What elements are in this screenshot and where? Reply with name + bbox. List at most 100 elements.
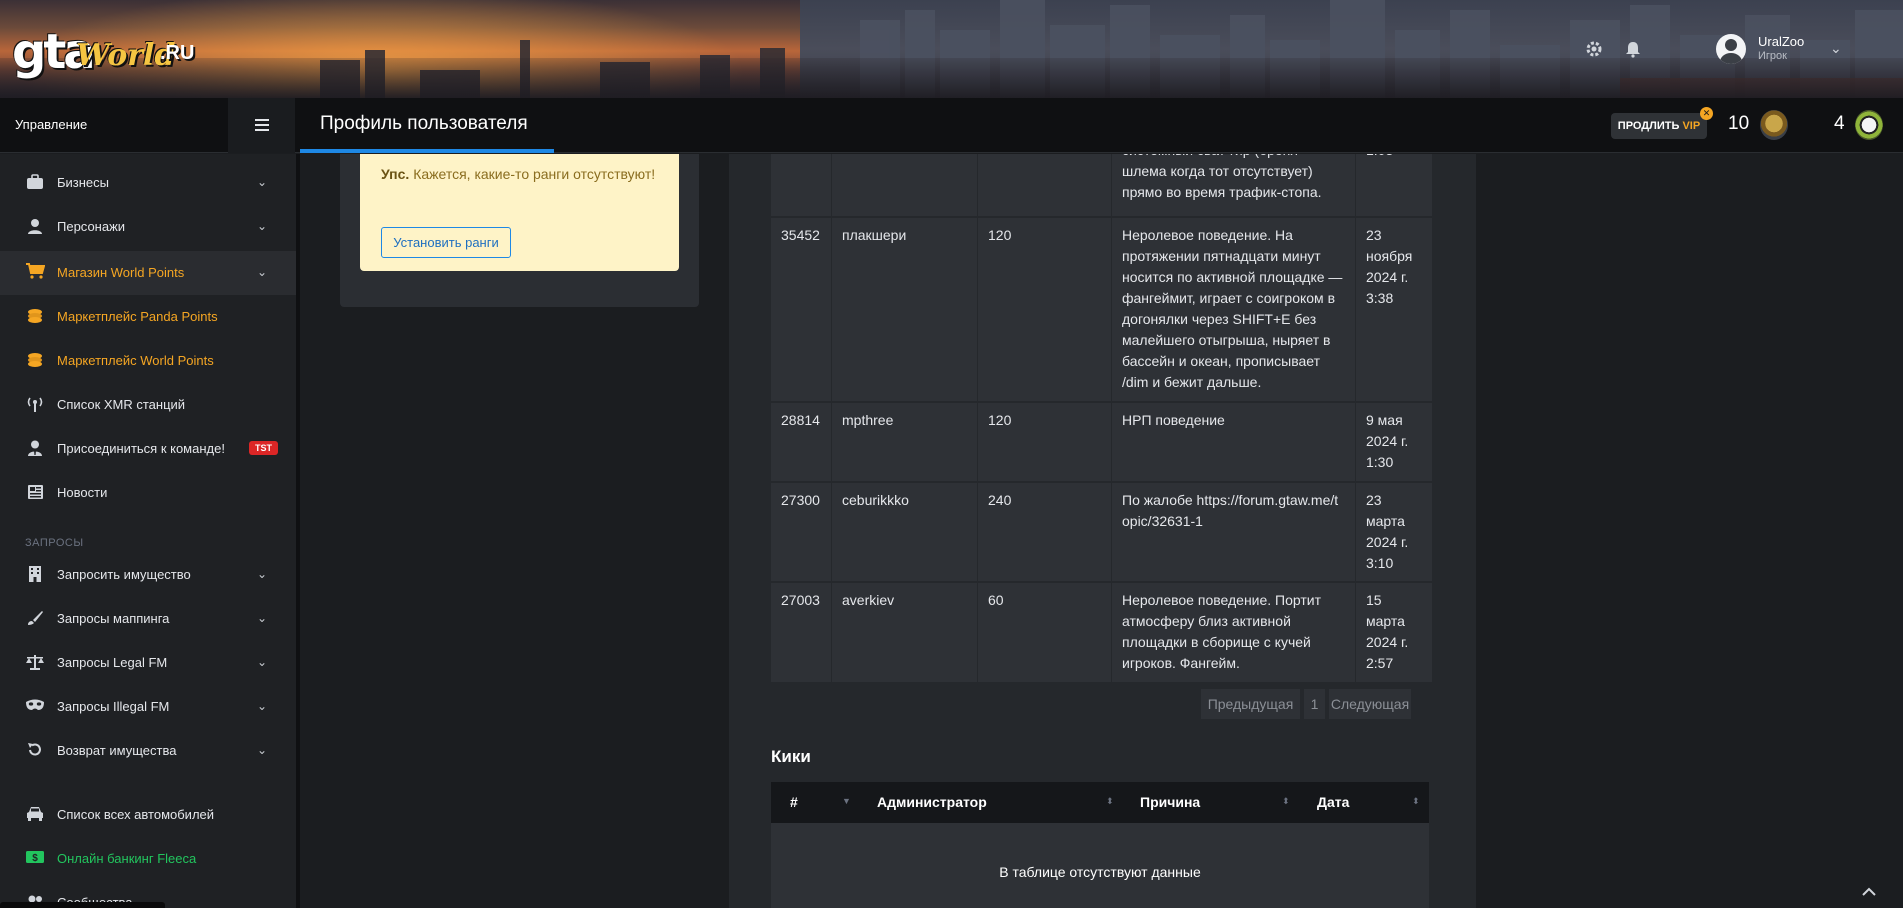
extend-vip-button[interactable]: ПРОДЛИТЬ VIP: [1611, 113, 1707, 139]
sidebar-item-label: Онлайн банкинг Fleeca: [57, 851, 197, 866]
sort-icon[interactable]: ⬍: [1282, 796, 1290, 807]
coins-icon: [25, 352, 45, 370]
hamburger-menu-button[interactable]: [228, 98, 295, 153]
car-icon: [25, 806, 45, 824]
user-role: Игрок: [1758, 50, 1787, 62]
kicks-table-header: # ▼ Администратор ⬍ Причина ⬍ Дата ⬍: [771, 782, 1429, 823]
sidebar-item-businesses[interactable]: Бизнесы ⌄: [0, 163, 296, 203]
sidebar-item-label: Маркетплейс World Points: [57, 353, 214, 368]
chevron-down-icon: ⌄: [257, 655, 268, 669]
sort-icon[interactable]: ⬍: [1412, 796, 1420, 807]
undo-icon: [25, 742, 45, 760]
kicks-col-admin[interactable]: Администратор: [877, 794, 987, 810]
kicks-col-reason[interactable]: Причина: [1140, 794, 1200, 810]
page-title: Профиль пользователя: [320, 113, 528, 134]
sidebar-item-label: Персонажи: [57, 219, 126, 234]
row-reason: системный сват-гир (броня шлема когда то…: [1111, 154, 1355, 218]
panda-icon: [1855, 110, 1883, 140]
sidebar-item-world-points-shop[interactable]: Магазин World Points ⌄: [0, 251, 296, 295]
table-row: системный сват-гир (броня шлема когда то…: [771, 154, 1432, 218]
sidebar: Бизнесы ⌄ Персонажи ⌄ Магазин World Poin…: [0, 154, 296, 908]
banner-hills: [0, 58, 1903, 98]
sort-icon[interactable]: ▼: [842, 796, 851, 806]
chevron-up-icon[interactable]: [1860, 884, 1878, 902]
row-admin: [831, 154, 977, 216]
row-minutes: 120: [977, 403, 1111, 481]
row-minutes: [977, 154, 1111, 216]
table-row: 35452 плакшери 120 Неролевое поведение. …: [771, 218, 1432, 403]
sidebar-item-all-vehicles[interactable]: Список всех автомобилей: [0, 793, 296, 837]
money-icon: $: [25, 850, 45, 868]
vip-close-badge[interactable]: ✕: [1700, 107, 1713, 120]
set-ranks-button[interactable]: Установить ранги: [381, 227, 511, 258]
missing-ranks-alert: Упс. Кажется, какие-то ранги отсутствуют…: [360, 154, 679, 271]
sidebar-item-world-marketplace[interactable]: Маркетплейс World Points: [0, 339, 296, 383]
sidebar-item-illegal-fm[interactable]: Запросы Illegal FM ⌄: [0, 685, 296, 729]
row-admin: ceburikkko: [831, 483, 977, 581]
chevron-down-icon: ⌄: [257, 743, 268, 757]
row-admin: averkiev: [831, 583, 977, 682]
sidebar-item-label: Список всех автомобилей: [57, 807, 215, 822]
pagination-next[interactable]: Следующая: [1329, 689, 1411, 719]
sort-icon[interactable]: ⬍: [1106, 796, 1114, 807]
user-menu[interactable]: UralZoo Игрок ⌄: [1716, 32, 1886, 66]
table-row: 27300 ceburikkko 240 По жалобе https://f…: [771, 483, 1432, 583]
sidebar-item-label: Список XMR станций: [57, 397, 186, 412]
site-logo[interactable]: gta World .RU: [12, 18, 195, 80]
world-points-count: 10: [1728, 113, 1750, 134]
alert-text: Упс. Кажется, какие-то ранги отсутствуют…: [381, 164, 661, 185]
coins-icon: [25, 308, 45, 326]
panda-points-count: 4: [1834, 113, 1845, 134]
row-reason: Неролевое поведение. Портит атмосферу бл…: [1111, 583, 1355, 682]
sidebar-item-label: Новости: [57, 485, 108, 500]
sidebar-item-fleeca-banking[interactable]: $ Онлайн банкинг Fleeca: [0, 837, 296, 881]
row-id: 27003: [781, 592, 820, 608]
pagination-page-1[interactable]: 1: [1304, 689, 1325, 719]
section-heading-requests: ЗАПРОСЫ: [25, 537, 84, 549]
tst-badge: TST: [249, 441, 278, 455]
sidebar-item-label: Возврат имущества: [57, 743, 177, 758]
sidebar-item-join-team[interactable]: Присоединиться к команде! TST: [0, 427, 296, 471]
sidebar-item-request-property[interactable]: Запросить имущество ⌄: [0, 553, 296, 597]
kicks-col-date[interactable]: Дата: [1317, 794, 1349, 810]
sidebar-item-label: Запросы Illegal FM: [57, 699, 170, 714]
mask-icon: [25, 698, 45, 716]
sidebar-item-label: Запросы маппинга: [57, 611, 170, 626]
alert-message: Кажется, какие-то ранги отсутствуют!: [409, 166, 656, 182]
sidebar-item-characters[interactable]: Персонажи ⌄: [0, 207, 296, 247]
briefcase-icon: [25, 174, 45, 192]
sidebar-item-xmr-stations[interactable]: Список XMR станций: [0, 383, 296, 427]
row-minutes: 60: [977, 583, 1111, 682]
gear-icon[interactable]: [1585, 40, 1603, 58]
bell-icon[interactable]: [1624, 40, 1642, 58]
logo-ru: .RU: [160, 42, 195, 64]
row-date: 1:03: [1355, 154, 1432, 218]
sidebar-item-panda-marketplace[interactable]: Маркетплейс Panda Points: [0, 295, 296, 339]
row-minutes: 240: [977, 483, 1111, 581]
user-icon: [25, 218, 45, 236]
vip-word: VIP: [1682, 120, 1701, 132]
sidebar-item-news[interactable]: Новости: [0, 471, 296, 515]
sidebar-item-mapping-requests[interactable]: Запросы маппинга ⌄: [0, 597, 296, 641]
user-circle-icon: [1716, 34, 1746, 64]
sidebar-item-property-return[interactable]: Возврат имущества ⌄: [0, 729, 296, 773]
sidebar-item-legal-fm[interactable]: Запросы Legal FM ⌄: [0, 641, 296, 685]
row-id: 27300: [781, 492, 820, 508]
row-admin: плакшери: [831, 218, 977, 401]
empty-table-message: В таблице отсутствуют данные: [999, 864, 1201, 880]
tooltip-strip: [0, 902, 165, 908]
sidebar-item-label: Запросить имущество: [57, 567, 191, 582]
row-admin: mpthree: [831, 403, 977, 481]
row-date: 15 марта 2024 г. 2:57: [1355, 583, 1432, 682]
row-reason: По жалобе https://forum.gtaw.me/topic/32…: [1111, 483, 1355, 581]
kicks-col-id[interactable]: #: [790, 794, 798, 810]
chevron-down-icon: ⌄: [257, 567, 268, 581]
vip-prefix: ПРОДЛИТЬ: [1617, 120, 1680, 132]
user-tie-icon: [25, 440, 45, 458]
row-date: 23 ноября 2024 г. 3:38: [1355, 218, 1432, 401]
building-icon: [25, 566, 45, 584]
pagination-prev[interactable]: Предыдущая: [1201, 689, 1300, 719]
chevron-down-icon: ⌄: [257, 611, 268, 625]
main-content: Упс. Кажется, какие-то ранги отсутствуют…: [300, 154, 1903, 908]
kicks-title: Кики: [771, 747, 811, 766]
